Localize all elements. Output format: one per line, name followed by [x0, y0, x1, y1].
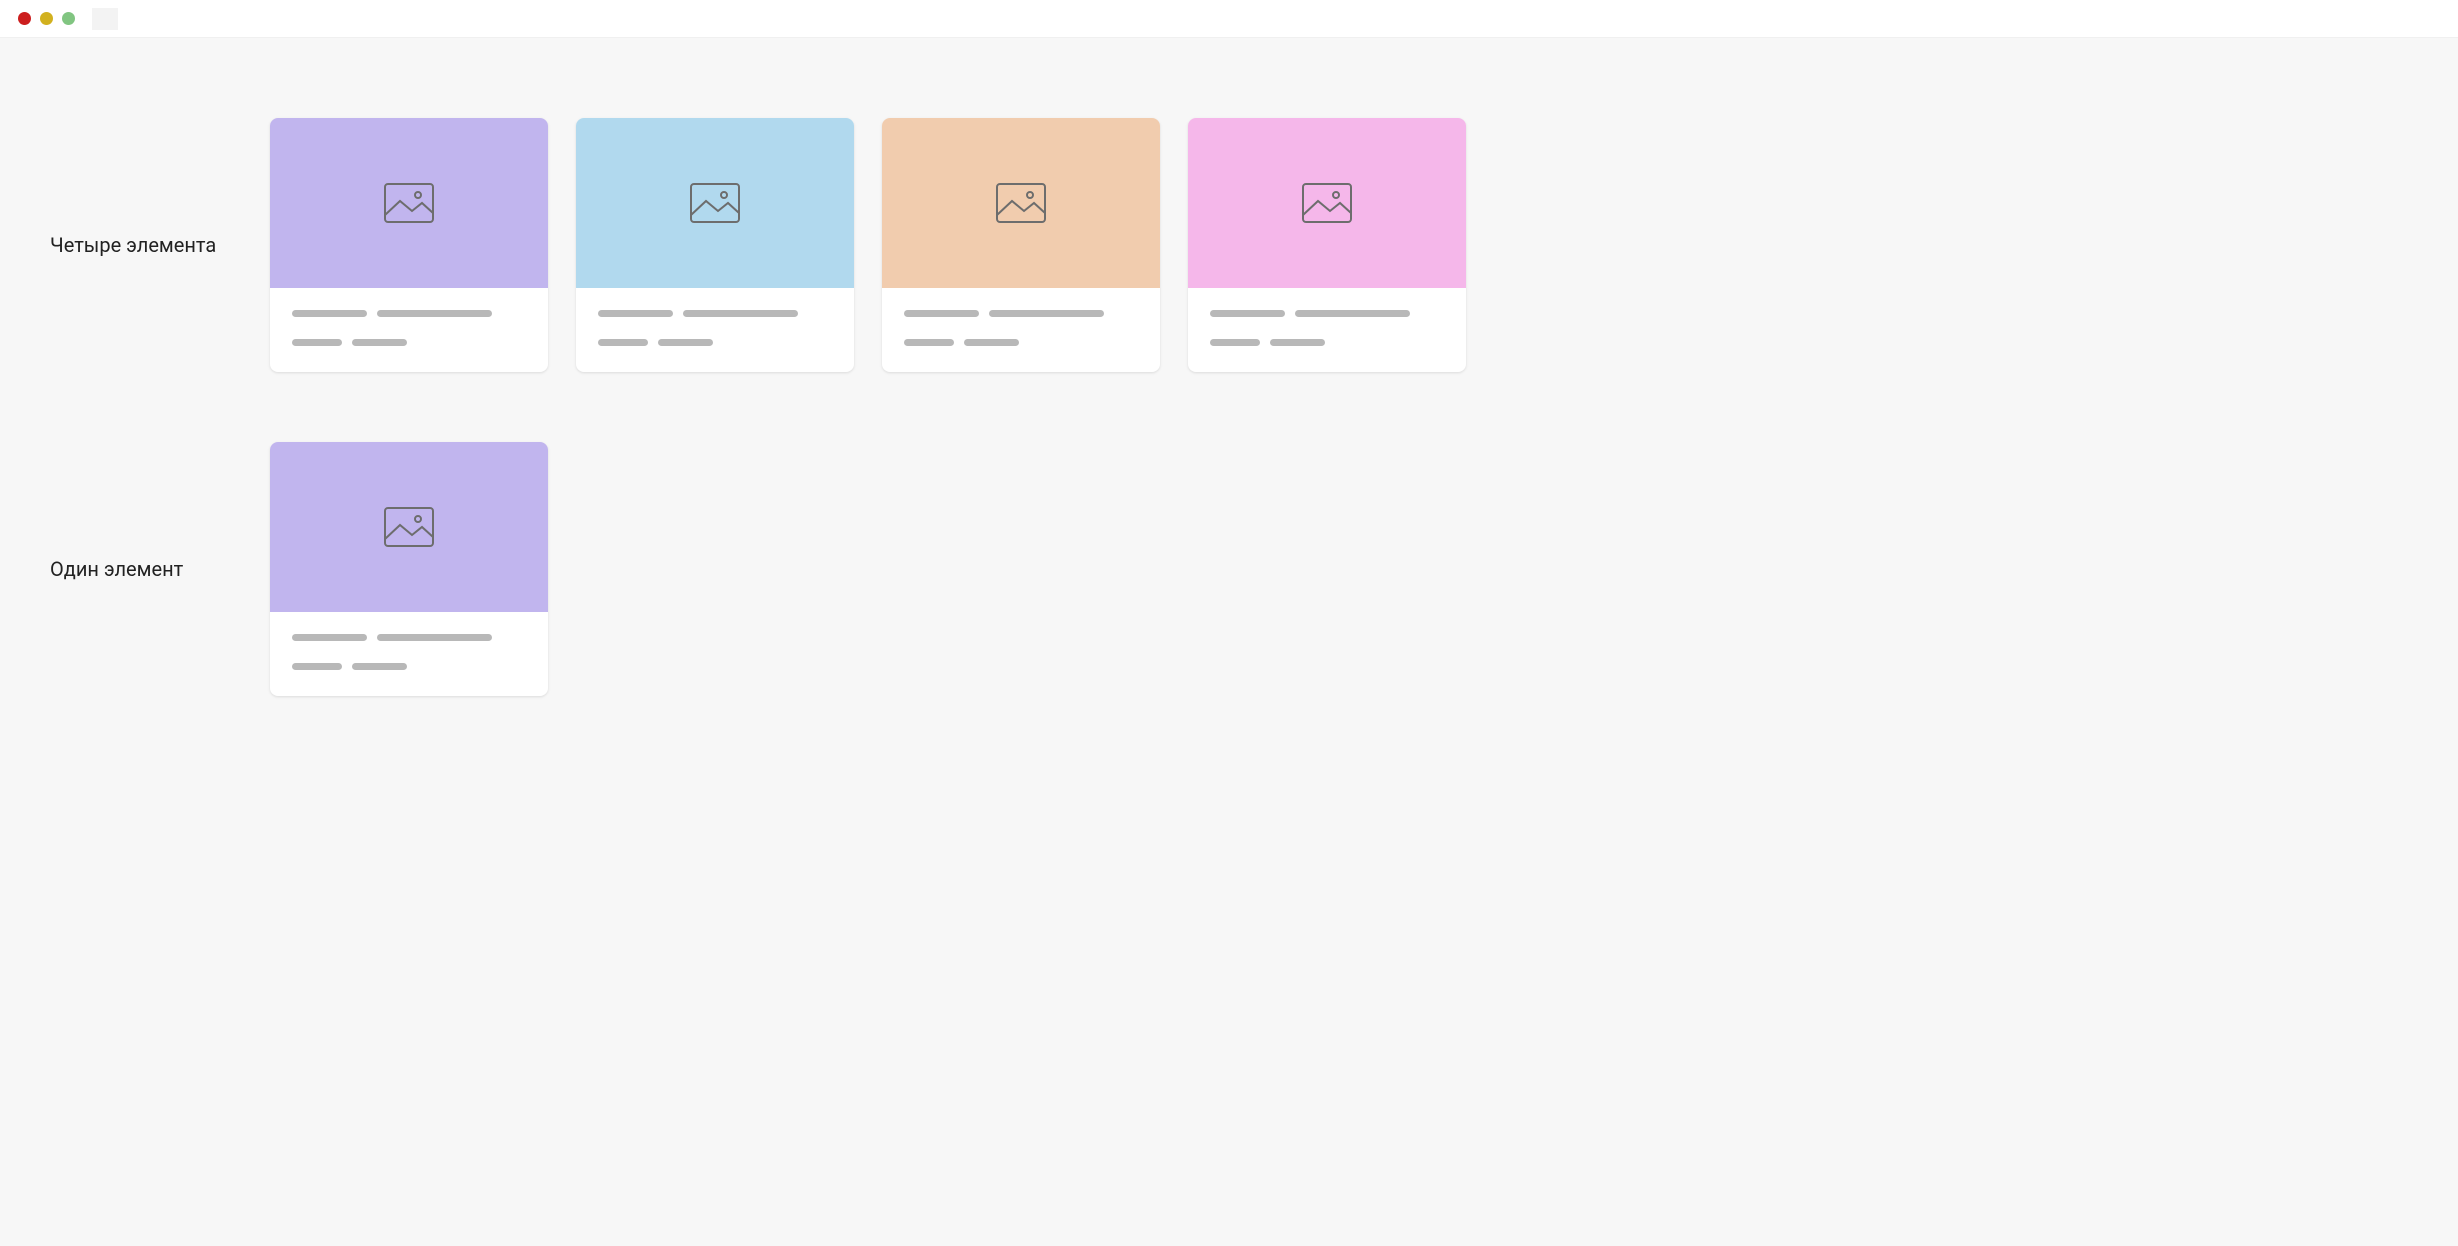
- text-placeholder-line: [292, 634, 526, 641]
- text-placeholder-bar: [598, 339, 648, 346]
- card[interactable]: [882, 118, 1160, 372]
- row-label: Один элемент: [40, 557, 270, 581]
- cards-container: [270, 442, 548, 696]
- text-placeholder-line: [904, 339, 1138, 346]
- window-close-button[interactable]: [18, 12, 31, 25]
- text-placeholder-bar: [989, 310, 1104, 317]
- text-placeholder-bar: [292, 634, 367, 641]
- text-placeholder-bar: [377, 310, 492, 317]
- image-placeholder-icon: [384, 507, 434, 547]
- image-placeholder-icon: [690, 183, 740, 223]
- card[interactable]: [270, 118, 548, 372]
- text-placeholder-bar: [964, 339, 1019, 346]
- text-placeholder-bar: [683, 310, 798, 317]
- tab-stub: [92, 8, 118, 30]
- text-placeholder-line: [292, 339, 526, 346]
- text-placeholder-line: [292, 663, 526, 670]
- image-placeholder-icon: [384, 183, 434, 223]
- text-placeholder-bar: [1210, 339, 1260, 346]
- text-placeholder-bar: [352, 339, 407, 346]
- card-body: [270, 612, 548, 696]
- text-placeholder-line: [598, 339, 832, 346]
- text-placeholder-bar: [1270, 339, 1325, 346]
- card-image-area: [270, 442, 548, 612]
- text-placeholder-bar: [904, 310, 979, 317]
- card-body: [882, 288, 1160, 372]
- card-image-area: [576, 118, 854, 288]
- image-placeholder-icon: [1302, 183, 1352, 223]
- card-body: [270, 288, 548, 372]
- card-image-area: [882, 118, 1160, 288]
- text-placeholder-bar: [904, 339, 954, 346]
- text-placeholder-bar: [352, 663, 407, 670]
- text-placeholder-bar: [598, 310, 673, 317]
- text-placeholder-line: [904, 310, 1138, 317]
- row-four-elements: Четыре элемента: [40, 118, 2418, 372]
- row-label: Четыре элемента: [40, 233, 270, 257]
- card-image-area: [270, 118, 548, 288]
- window-maximize-button[interactable]: [62, 12, 75, 25]
- text-placeholder-bar: [377, 634, 492, 641]
- card[interactable]: [270, 442, 548, 696]
- window-chrome: [0, 0, 2458, 38]
- card-body: [576, 288, 854, 372]
- text-placeholder-line: [1210, 310, 1444, 317]
- text-placeholder-bar: [292, 663, 342, 670]
- card[interactable]: [1188, 118, 1466, 372]
- window-minimize-button[interactable]: [40, 12, 53, 25]
- cards-container: [270, 118, 1466, 372]
- text-placeholder-bar: [292, 310, 367, 317]
- text-placeholder-bar: [658, 339, 713, 346]
- text-placeholder-bar: [1210, 310, 1285, 317]
- text-placeholder-line: [598, 310, 832, 317]
- card-image-area: [1188, 118, 1466, 288]
- text-placeholder-bar: [1295, 310, 1410, 317]
- card-body: [1188, 288, 1466, 372]
- text-placeholder-bar: [292, 339, 342, 346]
- text-placeholder-line: [292, 310, 526, 317]
- row-one-element: Один элемент: [40, 442, 2418, 696]
- text-placeholder-line: [1210, 339, 1444, 346]
- image-placeholder-icon: [996, 183, 1046, 223]
- canvas-area: Четыре элемента: [0, 38, 2458, 1246]
- card[interactable]: [576, 118, 854, 372]
